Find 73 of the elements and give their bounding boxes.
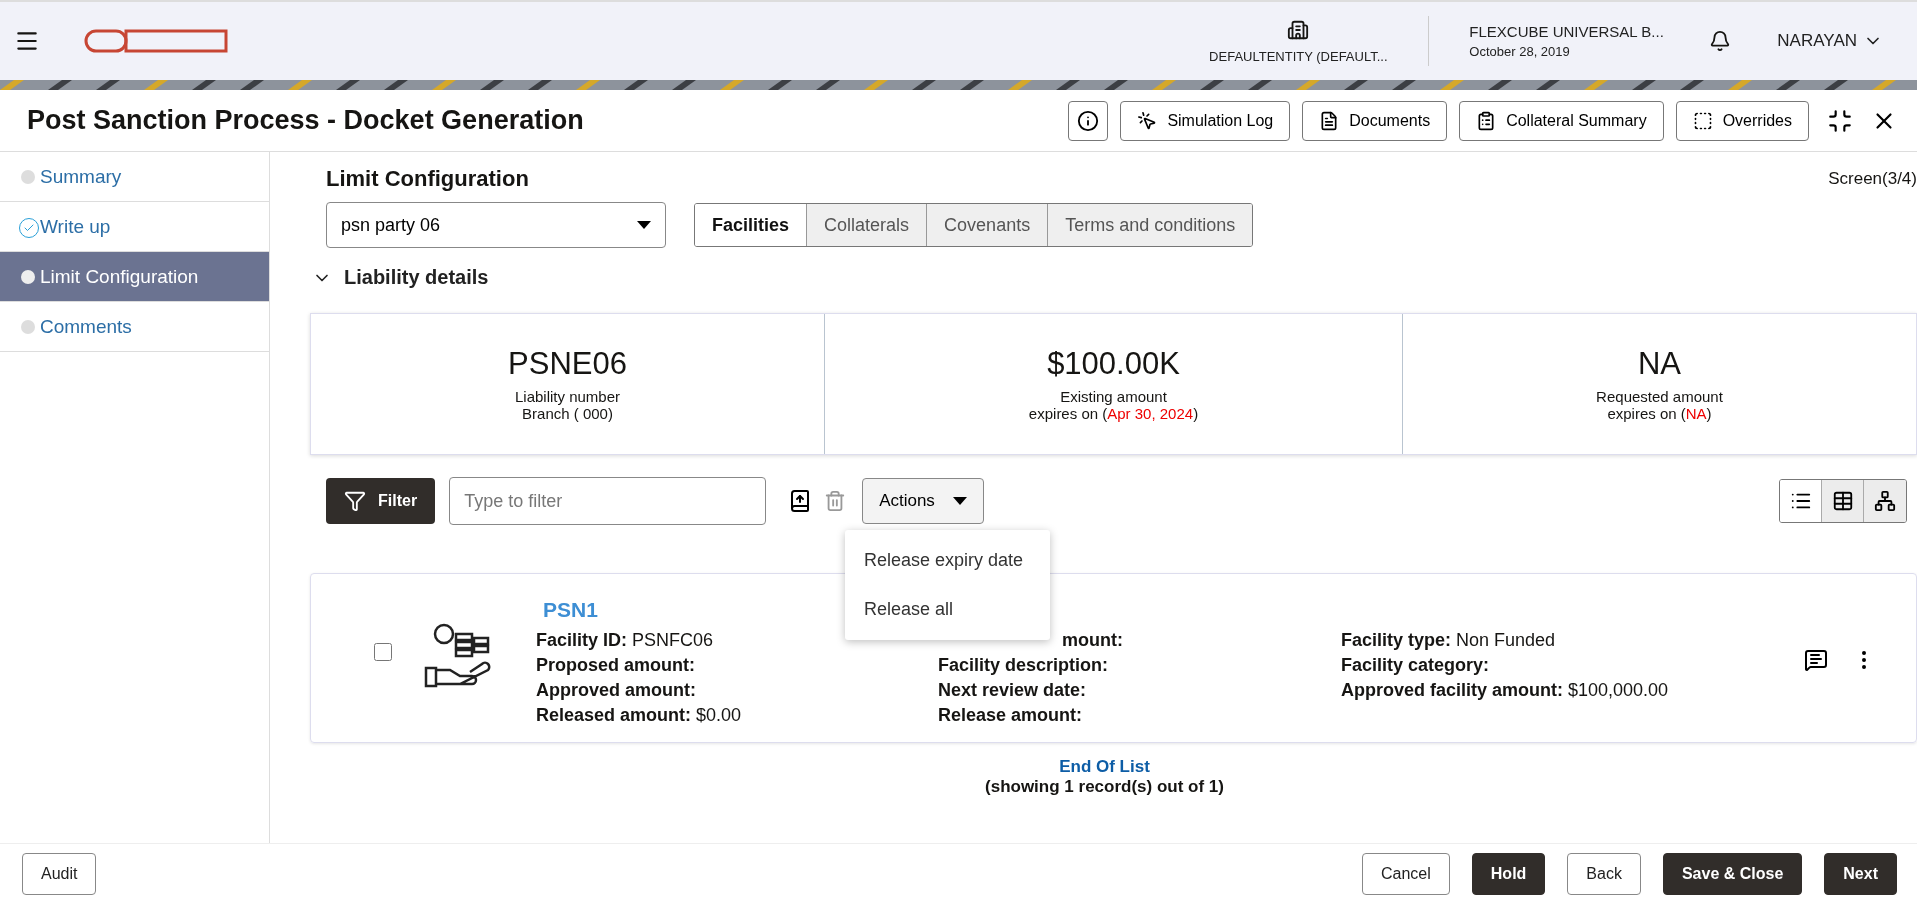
footer-button[interactable]: Audit [22,852,97,895]
cursor-click-icon [1137,110,1158,131]
facility-field: Approved amount: [536,678,696,703]
building-icon[interactable] [1287,18,1310,41]
facility-field: Release amount: [938,703,1083,728]
toolbar-button[interactable]: Documents [1302,100,1448,141]
footer-button[interactable]: Cancel [1362,852,1450,895]
summary-value: NA [1637,346,1682,382]
menu-item[interactable]: Release expiry date [845,536,1050,585]
facility-field: Approved facility amount: $100,000.00 [1341,678,1669,703]
comment-icon[interactable] [1804,648,1828,672]
filter-field[interactable]: Type to filter [449,477,767,525]
facility-field: Facility description: [938,653,1109,678]
entity-name: DEFAULTENTITY (DEFAULT... [1209,48,1388,64]
footer-button[interactable]: Next [1824,852,1897,895]
toolbar-button[interactable]: Collateral Summary [1459,100,1664,141]
facility-field: Proposed amount: [536,653,695,678]
facility-checkbox[interactable] [374,643,392,661]
business-date: October 28, 2019 [1469,44,1571,59]
step-item[interactable]: Summary [0,152,269,202]
dashed-square-icon [1692,110,1713,131]
actions-button[interactable]: Actions [862,478,984,524]
caret-icon [952,497,967,505]
table-view-icon [1831,490,1854,512]
view-toggle[interactable] [1864,480,1906,522]
filter-button[interactable]: Filter [326,478,436,524]
filter-icon [344,490,366,512]
record-count: (showing 1 record(s) out of 1) [985,777,1224,797]
expiry-text: expires on (NA) [1607,405,1712,422]
delete-icon[interactable] [824,490,847,512]
user-menu[interactable]: NARAYAN [1771,30,1889,52]
page-title: Post Sanction Process - Docket Generation [27,105,585,136]
toolbar-button[interactable]: Overrides [1675,100,1809,141]
facility-field: Facility type: Non Funded [1341,628,1556,653]
clipboard-icon [1476,110,1497,131]
liability-toggle[interactable]: Liability details [312,266,489,289]
tab[interactable]: Facilities [695,204,808,246]
summary-label: Existing amount [1060,388,1167,405]
summary-label: Branch ( 000) [522,405,613,422]
screen-counter: Screen(3/4) [1828,169,1917,189]
tree-view-icon [1874,490,1896,512]
minimize-button[interactable] [1827,107,1853,134]
facility-field: Next review date: [938,678,1087,703]
notification-icon[interactable] [1709,30,1732,52]
toolbar-button[interactable]: Simulation Log [1120,100,1291,141]
facility-field: Released amount: $0.00 [536,703,742,728]
summary-value: PSNE06 [508,346,627,382]
step-item[interactable]: Comments [0,302,269,352]
party-select[interactable]: psn party 06 [326,202,666,248]
view-toggle[interactable] [1780,480,1822,522]
footer-button[interactable]: Hold [1471,852,1546,895]
summary-label: Liability number [514,388,621,405]
section-title: Limit Configuration [325,166,530,192]
summary-value: $100.00K [1047,346,1180,382]
menu-item[interactable]: Release all [845,585,1050,634]
view-toggle[interactable] [1822,480,1864,522]
document-icon [1319,110,1340,131]
caret-icon [637,221,651,229]
facility-field: Facility ID: PSNFC06 [536,628,714,653]
footer-button[interactable]: Back [1567,852,1641,895]
summary-label: Requested amount [1596,388,1723,405]
info-button[interactable] [1068,100,1109,141]
tab[interactable]: Terms and conditions [1048,204,1253,246]
facility-field: Facility category: [1341,653,1490,678]
end-of-list-link[interactable]: End Of List [1059,757,1150,777]
tab[interactable]: Collaterals [807,204,928,246]
facility-field: mount: [1062,628,1123,653]
step-item[interactable]: Limit Configuration [0,252,269,302]
expiry-text: expires on (Apr 30, 2024) [1028,405,1199,422]
tab[interactable]: Covenants [927,204,1049,246]
product-name: FLEXCUBE UNIVERSAL B... [1469,23,1665,40]
footer-button[interactable]: Save & Close [1662,852,1803,895]
info-icon [1077,109,1100,132]
